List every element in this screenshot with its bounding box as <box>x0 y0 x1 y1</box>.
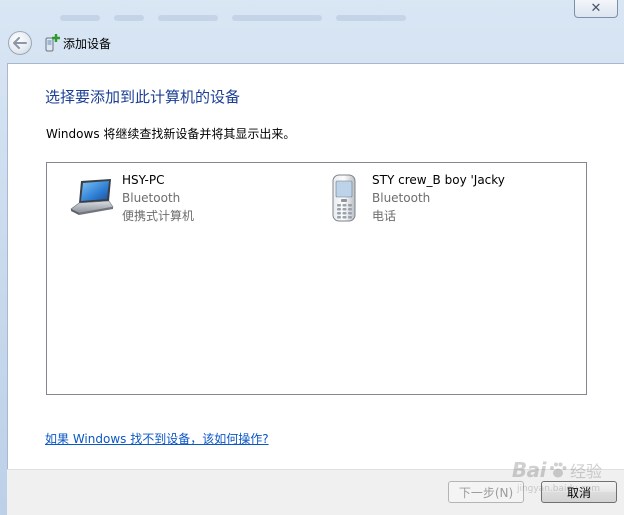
header-row: 添加设备 <box>8 30 111 56</box>
device-item-phone[interactable]: STY crew_B boy 'Jacky Bluetooth 电话 <box>325 171 505 227</box>
device-category: 电话 <box>372 209 397 223</box>
add-device-icon <box>44 34 60 52</box>
laptop-icon <box>67 171 117 223</box>
device-type: Bluetooth <box>122 191 181 205</box>
device-type: Bluetooth <box>372 191 431 205</box>
next-button[interactable]: 下一步(N) <box>448 481 524 503</box>
close-button[interactable]: ✕ <box>574 0 618 18</box>
content-panel: 选择要添加到此计算机的设备 Windows 将继续查找新设备并将其显示出来。 H… <box>7 63 624 469</box>
device-list[interactable]: HSY-PC Bluetooth 便携式计算机 STY crew_B boy '… <box>46 162 587 395</box>
mobile-phone-icon <box>325 171 367 223</box>
search-status-text: Windows 将继续查找新设备并将其显示出来。 <box>46 127 296 141</box>
device-item-laptop[interactable]: HSY-PC Bluetooth 便携式计算机 <box>67 171 194 227</box>
watermark: Bai 经验 jingyan.baidu.com <box>511 458 602 494</box>
help-link[interactable]: 如果 Windows 找不到设备，该如何操作? <box>45 430 269 447</box>
close-icon: ✕ <box>590 1 602 16</box>
watermark-brand: Bai <box>511 458 547 482</box>
window-title: 添加设备 <box>63 36 112 51</box>
back-button[interactable] <box>8 31 32 55</box>
device-name: HSY-PC <box>122 173 165 187</box>
main-instruction: 选择要添加到此计算机的设备 <box>45 88 241 106</box>
watermark-url: jingyan.baidu.com <box>516 484 600 494</box>
paw-icon <box>549 462 567 478</box>
watermark-suffix: 经验 <box>569 462 602 481</box>
device-category: 便携式计算机 <box>122 209 195 223</box>
dialog-window: ✕ 添加设备 选择要添加到此计算机的设备 Windows 将继续查找新设备并将其… <box>0 0 624 515</box>
title-bar <box>60 10 560 22</box>
back-arrow-icon <box>13 37 27 49</box>
device-name: STY crew_B boy 'Jacky <box>372 173 505 187</box>
